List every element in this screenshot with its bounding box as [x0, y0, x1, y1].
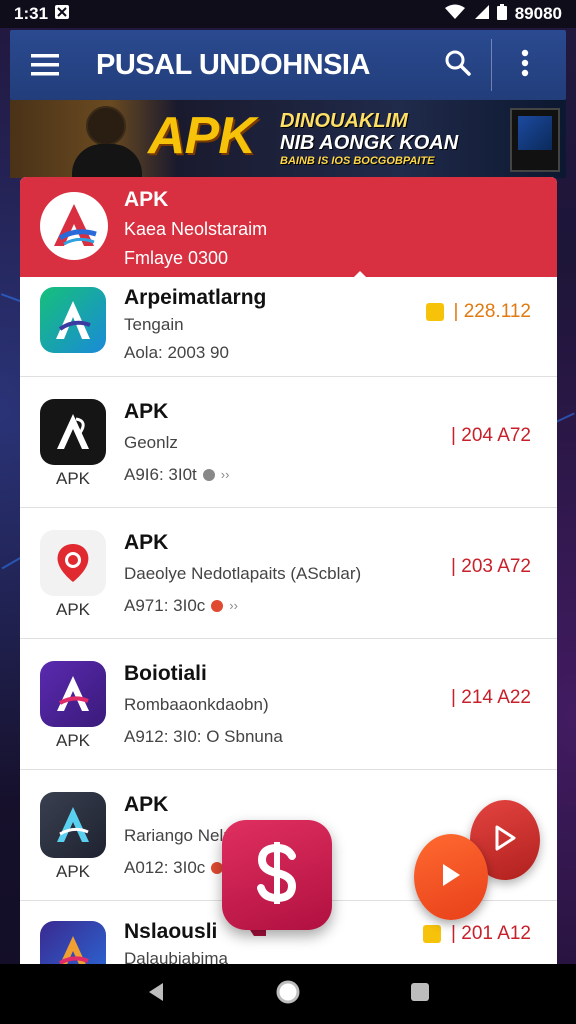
status-bar: 1:31 89080	[0, 0, 576, 28]
item-value: | 203 A72	[451, 556, 531, 577]
item-subtitle: Daeolye Nedotlapaits (AScblar)	[124, 564, 362, 583]
item-value: | 201 A12	[451, 923, 531, 944]
app-icon-gradient	[40, 921, 106, 964]
status-dot-icon	[211, 600, 224, 612]
item-title: APK	[124, 531, 169, 554]
item-icon-label: APK	[55, 731, 91, 750]
list-item[interactable]: APK APK Daeolye Nedotlapaits (AScblar) A…	[20, 508, 557, 639]
search-icon	[444, 49, 472, 82]
more-options-button[interactable]	[498, 38, 552, 92]
item-title: APK	[124, 793, 169, 816]
banner-subtitle: DINOUAKLIM NIB AONGK KOAN BAINB IS IOS B…	[280, 110, 458, 168]
banner-monitor-image	[510, 108, 560, 172]
search-button[interactable]	[431, 38, 485, 92]
item-icon-label: APK	[55, 862, 91, 881]
item-subtitle: Rombaaonkdaobn)	[124, 695, 269, 714]
back-triangle-icon	[145, 981, 167, 1008]
featured-meta: Fmlaye 0300	[124, 248, 229, 268]
home-button[interactable]	[266, 972, 310, 1016]
play-icon	[440, 862, 462, 893]
featured-title: APK	[124, 188, 169, 211]
banner-line-3: BAINB IS IOS BOCGOBPAITE	[280, 155, 435, 167]
list-item[interactable]: Arpeimatlarng Tengain Aola: 2003 90 | 22…	[20, 277, 557, 377]
value-badge-icon	[425, 303, 444, 321]
banner-line-1: DINOUAKLIM	[280, 110, 408, 132]
apk-logo-icon	[40, 192, 108, 260]
status-right-text: 89080	[514, 4, 562, 23]
battery-icon	[496, 3, 507, 25]
app-icon-green	[40, 287, 106, 353]
banner-line-2: NIB AONGK KOAN	[280, 132, 459, 154]
play-icon	[494, 825, 516, 856]
featured-subtitle: Kaea Neolstaraim	[124, 219, 268, 239]
item-value: | 204 A72	[451, 425, 531, 446]
item-title: Nslaousli	[124, 920, 218, 943]
chevron-right-icon: ››	[229, 598, 238, 613]
banner-person-image	[86, 106, 126, 146]
item-subtitle: Geonlz	[124, 433, 178, 452]
app-icon-purple	[40, 661, 106, 727]
item-meta: A012: 3I0c	[124, 858, 206, 877]
item-title: Arpeimatlarng	[124, 286, 267, 309]
item-subtitle: Dalaubiabima	[124, 949, 228, 964]
play-button[interactable]	[414, 834, 488, 920]
app-bar: PUSAL UNDOHNSIA	[10, 30, 566, 100]
dollar-icon	[252, 838, 302, 913]
wifi-icon	[444, 4, 465, 25]
item-meta: Aola: 2003 90	[124, 343, 229, 362]
back-button[interactable]	[134, 972, 178, 1016]
status-time: 1:31	[14, 4, 49, 23]
dollar-button[interactable]	[222, 820, 332, 930]
item-title: Boiotiali	[124, 662, 207, 685]
app-bar-divider	[491, 39, 492, 91]
chevron-right-icon: ››	[220, 467, 230, 482]
item-icon-label: APK	[55, 600, 91, 619]
item-meta: A912: 3I0: O Sbnuna	[124, 727, 283, 746]
home-circle-icon	[275, 979, 301, 1010]
banner-headline: APK	[148, 107, 256, 165]
item-meta: A971: 3I0c	[124, 596, 206, 615]
app-icon-black	[40, 399, 106, 465]
recents-square-icon	[409, 981, 431, 1008]
status-dot-icon	[202, 469, 215, 481]
featured-item[interactable]: APK Kaea Neolstaraim Fmlaye 0300	[20, 177, 557, 278]
item-value: | 214 A22	[451, 687, 531, 708]
item-meta: A9I6: 3I0t	[124, 465, 197, 484]
more-vert-icon	[521, 49, 529, 82]
item-title: APK	[124, 400, 169, 423]
promo-banner[interactable]: APK DINOUAKLIM NIB AONGK KOAN BAINB IS I…	[10, 100, 566, 178]
list-item[interactable]: APK APK Geonlz A9I6: 3I0t ›› | 204 A72	[20, 377, 557, 508]
notification-close-icon	[54, 4, 70, 25]
app-icon-dark	[40, 792, 106, 858]
item-subtitle: Tengain	[124, 315, 184, 334]
value-badge-icon	[423, 925, 442, 943]
list-item[interactable]: APK Boiotiali Rombaaonkdaobn) A912: 3I0:…	[20, 639, 557, 770]
banner-person-body	[72, 144, 142, 178]
signal-icon	[473, 4, 489, 25]
app-icon-red-pin	[40, 530, 106, 596]
app-title: PUSAL UNDOHNSIA	[96, 48, 370, 81]
hamburger-menu-icon[interactable]	[18, 38, 72, 92]
item-icon-label: APK	[55, 469, 91, 488]
item-value: | 228.112	[453, 301, 531, 322]
system-nav-bar	[0, 964, 576, 1024]
recents-button[interactable]	[398, 972, 442, 1016]
